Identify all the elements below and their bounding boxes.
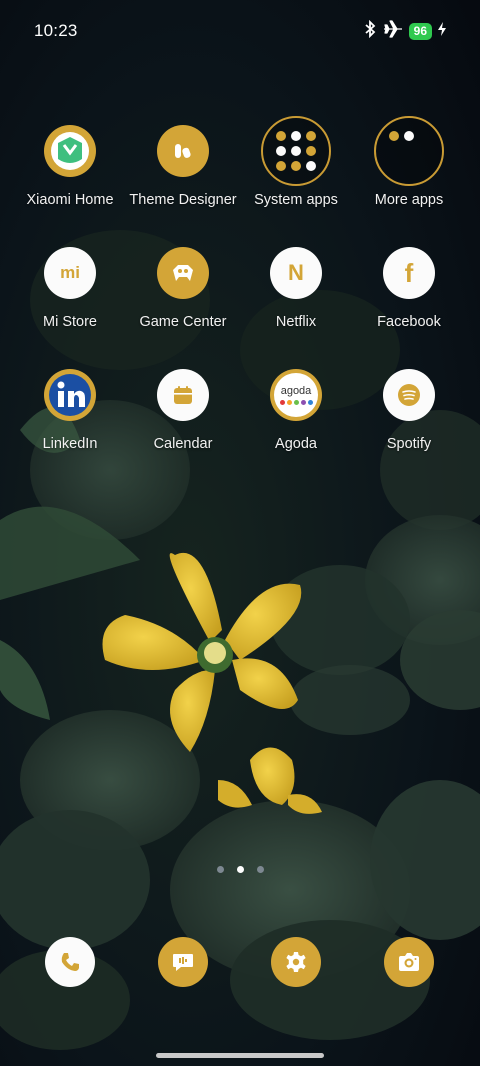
app-label: Game Center [139,314,227,330]
app-label: Calendar [153,436,213,452]
linkedin-icon [44,369,96,421]
dock-settings[interactable] [236,937,356,987]
messages-icon [158,937,208,987]
airplane-mode-icon [383,19,403,43]
camera-icon [384,937,434,987]
dock-phone[interactable] [10,937,130,987]
app-label: LinkedIn [42,436,98,452]
app-mi-store[interactable]: mi Mi Store [10,247,130,330]
app-game-center[interactable]: Game Center [123,247,243,330]
app-facebook[interactable]: f Facebook [349,247,469,330]
app-netflix[interactable]: N Netflix [236,247,356,330]
theme-designer-icon [157,125,209,177]
app-label: Xiaomi Home [26,192,114,208]
app-agoda[interactable]: agoda Agoda [236,369,356,452]
page-dot-2[interactable] [236,866,244,873]
status-icons: 96 [363,19,446,43]
agoda-icon: agoda [270,369,322,421]
app-label: Theme Designer [129,192,237,208]
status-bar: 10:23 96 [0,0,480,62]
status-time: 10:23 [34,21,78,40]
charging-icon [438,21,446,41]
netflix-icon: N [270,247,322,299]
phone-icon [45,937,95,987]
mi-store-icon: mi [44,247,96,299]
facebook-icon: f [383,247,435,299]
app-linkedin[interactable]: LinkedIn [10,369,130,452]
folder-more-apps[interactable]: More apps [349,116,469,208]
app-label: Agoda [275,436,317,452]
app-label: System apps [254,192,338,208]
app-label: Mi Store [43,314,97,330]
app-label: More apps [374,192,444,208]
gesture-navigation-bar[interactable] [156,1053,324,1058]
agoda-logo-text: agoda [280,384,312,397]
page-indicator [0,866,480,873]
dock-camera[interactable] [349,937,469,987]
folder-system-apps[interactable]: System apps [236,116,356,208]
app-theme-designer[interactable]: Theme Designer [123,125,243,208]
game-center-icon [157,247,209,299]
app-xiaomi-home[interactable]: Xiaomi Home [10,125,130,208]
folder-icon [261,116,331,186]
page-dot-1[interactable] [216,866,224,873]
xiaomi-home-icon [44,125,96,177]
bluetooth-icon [363,19,377,43]
gear-icon [271,937,321,987]
page-dot-3[interactable] [256,866,264,873]
app-spotify[interactable]: Spotify [349,369,469,452]
folder-icon [374,116,444,186]
app-calendar[interactable]: Calendar [123,369,243,452]
app-label: Facebook [377,314,441,330]
spotify-icon [383,369,435,421]
calendar-icon [157,369,209,421]
dock-messages[interactable] [123,937,243,987]
battery-indicator: 96 [408,22,432,40]
app-label: Netflix [275,314,317,330]
app-label: Spotify [386,436,432,452]
